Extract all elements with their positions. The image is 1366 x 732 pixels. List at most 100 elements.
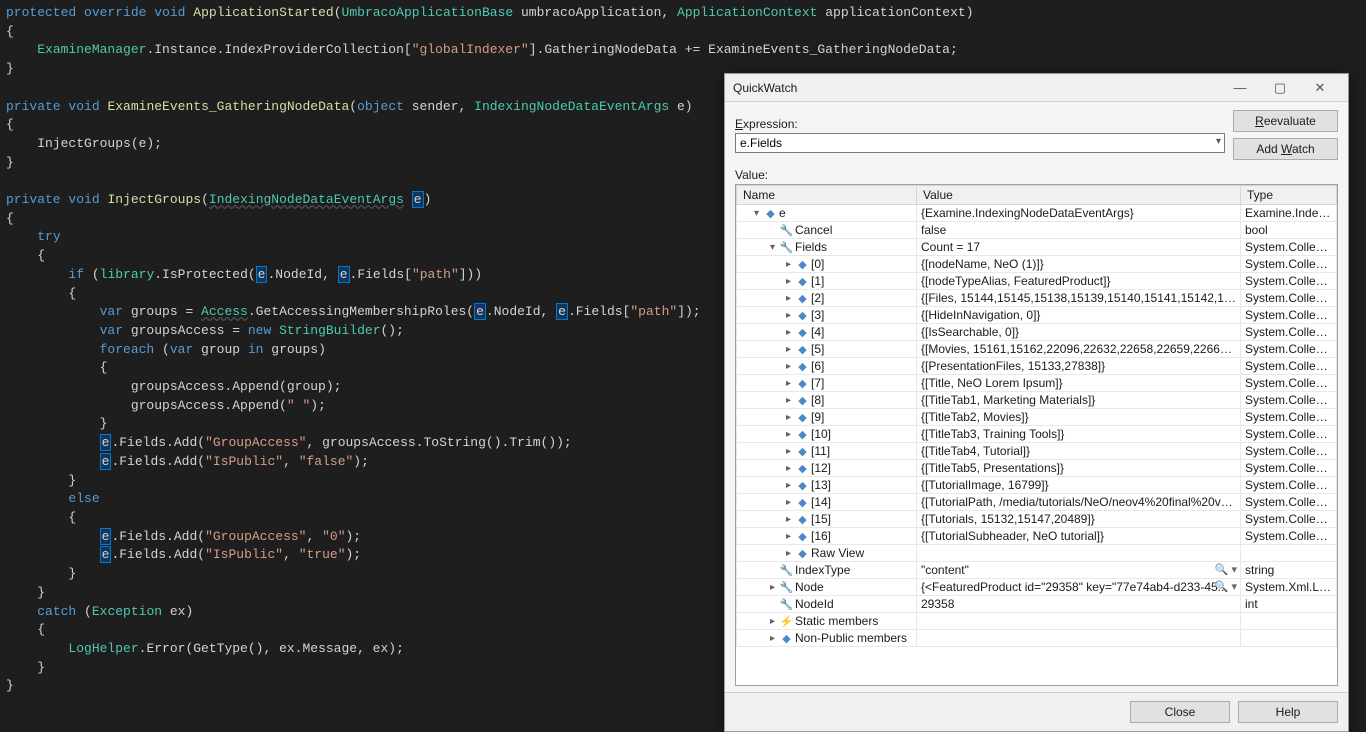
expand-icon[interactable]: ▸ [767,582,778,593]
expand-icon[interactable]: ▸ [783,259,794,270]
row-value: {<FeaturedProduct id="29358" key="77e74a… [921,580,1228,594]
row-value: {[TitleTab2, Movies]} [921,410,1029,424]
reevaluate-button[interactable]: Reevaluate [1233,110,1338,132]
table-row[interactable]: ▸◆ [5]{[Movies, 15161,15162,22096,22632,… [737,341,1337,358]
row-type: System.Collections.Generic.KeyValuePair<… [1241,460,1337,477]
table-row[interactable]: ▸◆ [10]{[TitleTab3, Training Tools]}Syst… [737,426,1337,443]
visualizer-icon[interactable]: 🔍 ▾ [1215,580,1237,593]
table-row[interactable]: 🔧 NodeId29358int [737,596,1337,613]
expand-icon[interactable]: ▸ [783,463,794,474]
close-icon[interactable]: ✕ [1300,80,1340,96]
expand-icon[interactable]: ▸ [783,446,794,457]
row-type: System.Collections.Generic.KeyValuePair<… [1241,324,1337,341]
table-row[interactable]: 🔧 IndexType"content"🔍 ▾string [737,562,1337,579]
visualizer-icon[interactable]: 🔍 ▾ [1215,563,1237,576]
table-row[interactable]: ▸◆ [9]{[TitleTab2, Movies]}System.Collec… [737,409,1337,426]
table-row[interactable]: ▸◆ [3]{[HideInNavigation, 0]}System.Coll… [737,307,1337,324]
table-row[interactable]: ▸◆ [7]{[Title, NeO Lorem Ipsum]}System.C… [737,375,1337,392]
expand-icon[interactable]: ▸ [783,514,794,525]
row-name: [8] [811,393,824,407]
row-type [1241,613,1337,630]
row-type: System.Collections.Generic.KeyValuePair<… [1241,256,1337,273]
row-name: [14] [811,495,831,509]
cube-icon: ◆ [796,309,809,322]
table-row[interactable]: ▸◆ [13]{[TutorialImage, 16799]}System.Co… [737,477,1337,494]
expand-icon[interactable]: ▸ [783,310,794,321]
table-row[interactable]: ▸◆ [6]{[PresentationFiles, 15133,27838]}… [737,358,1337,375]
row-value: {[PresentationFiles, 15133,27838]} [921,359,1105,373]
row-value: {[Tutorials, 15132,15147,20489]} [921,512,1095,526]
col-value[interactable]: Value [917,186,1241,205]
row-name: IndexType [795,563,850,577]
row-type: System.Collections.Generic.KeyValuePair<… [1241,426,1337,443]
expand-icon[interactable]: ▸ [783,480,794,491]
expand-icon[interactable]: ▸ [783,531,794,542]
table-row[interactable]: ▸◆ [0]{[nodeName, NeO (1)]}System.Collec… [737,256,1337,273]
table-row[interactable]: ▸◆ [14]{[TutorialPath, /media/tutorials/… [737,494,1337,511]
minimize-icon[interactable]: ― [1220,80,1260,95]
table-row[interactable]: ▸◆ [15]{[Tutorials, 15132,15147,20489]}S… [737,511,1337,528]
row-type: System.Collections.Generic.KeyValuePair<… [1241,392,1337,409]
table-row[interactable]: ▸🔧 Node {<FeaturedProduct id="29358" key=… [737,579,1337,596]
row-value: {[IsSearchable, 0]} [921,325,1019,339]
add-watch-button[interactable]: Add Watch [1233,138,1338,160]
expand-icon[interactable]: ▸ [783,327,794,338]
quickwatch-titlebar[interactable]: QuickWatch ― ▢ ✕ [725,74,1348,102]
expand-icon[interactable]: ▾ [751,208,762,219]
row-value: {Examine.IndexingNodeDataEventArgs} [921,206,1134,220]
expand-icon[interactable]: ▸ [783,344,794,355]
row-name: Cancel [795,223,832,237]
cube-icon: ◆ [796,462,809,475]
row-value: {[TitleTab4, Tutorial]} [921,444,1030,458]
table-row[interactable]: ▸◆ [16]{[TutorialSubheader, NeO tutorial… [737,528,1337,545]
expression-input[interactable] [735,133,1225,153]
row-type: System.Collections.Generic.KeyValuePair<… [1241,341,1337,358]
expand-icon[interactable]: ▸ [783,395,794,406]
row-type: System.Collections.Generic.KeyValuePair<… [1241,443,1337,460]
expand-icon[interactable]: ▸ [783,497,794,508]
table-row[interactable]: ▸◆ [12]{[TitleTab5, Presentations]}Syste… [737,460,1337,477]
table-row[interactable]: ▾◆ e{Examine.IndexingNodeDataEventArgs}E… [737,205,1337,222]
expand-icon[interactable]: ▾ [767,242,778,253]
row-type: System.Collections.Generic.KeyValuePair<… [1241,511,1337,528]
table-row[interactable]: ▸◆ Non-Public members [737,630,1337,647]
table-row[interactable]: ▸⚡ Static members [737,613,1337,630]
table-row[interactable]: ▸◆ [8]{[TitleTab1, Marketing Materials]}… [737,392,1337,409]
table-row[interactable]: ▸◆ [4]{[IsSearchable, 0]}System.Collecti… [737,324,1337,341]
expand-icon[interactable]: ▸ [783,293,794,304]
chevron-down-icon[interactable]: ▾ [1216,136,1221,147]
row-value: {[TitleTab3, Training Tools]} [921,427,1064,441]
row-name: Static members [795,614,878,628]
table-row[interactable]: 🔧 Cancelfalsebool [737,222,1337,239]
expand-icon[interactable]: ▸ [783,378,794,389]
cube-icon: ◆ [796,360,809,373]
table-row[interactable]: ▾🔧 FieldsCount = 17System.Collections.Ge… [737,239,1337,256]
close-button[interactable]: Close [1130,701,1230,723]
value-grid[interactable]: Name Value Type ▾◆ e{Examine.IndexingNod… [735,184,1338,686]
table-row[interactable]: ▸◆ [11]{[TitleTab4, Tutorial]}System.Col… [737,443,1337,460]
expand-icon[interactable]: ▸ [783,361,794,372]
value-label: Value: [735,168,1338,182]
table-row[interactable]: ▸◆ Raw View [737,545,1337,562]
row-name: [2] [811,291,824,305]
quickwatch-window: QuickWatch ― ▢ ✕ Expression: ▾ Reevaluat… [724,73,1349,732]
wrench-icon: 🔧 [780,581,793,594]
expand-icon[interactable]: ▸ [783,429,794,440]
expand-icon[interactable]: ▸ [767,616,778,627]
row-value: 29358 [921,597,954,611]
row-name: [13] [811,478,831,492]
help-button[interactable]: Help [1238,701,1338,723]
expand-icon[interactable]: ▸ [783,548,794,559]
cube-icon: ◆ [764,207,777,220]
expand-icon[interactable]: ▸ [767,633,778,644]
row-name: [10] [811,427,831,441]
col-type[interactable]: Type [1241,186,1337,205]
table-row[interactable]: ▸◆ [2]{[Files, 15144,15145,15138,15139,1… [737,290,1337,307]
col-name[interactable]: Name [737,186,917,205]
row-name: Node [795,580,824,594]
expand-icon[interactable]: ▸ [783,276,794,287]
static-icon: ⚡ [780,615,793,628]
table-row[interactable]: ▸◆ [1]{[nodeTypeAlias, FeaturedProduct]}… [737,273,1337,290]
expand-icon[interactable]: ▸ [783,412,794,423]
maximize-icon[interactable]: ▢ [1260,80,1300,96]
